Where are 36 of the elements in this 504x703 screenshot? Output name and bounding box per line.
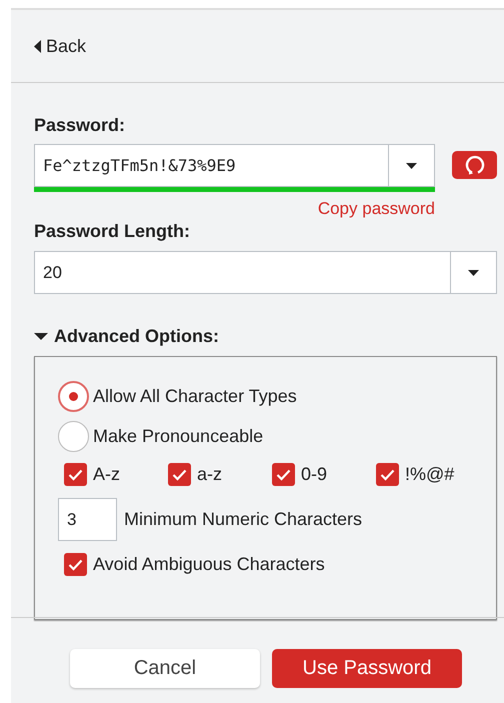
checkbox[interactable]	[272, 463, 295, 486]
checkbox-label: A-z	[93, 464, 120, 485]
advanced-options-toggle[interactable]: Advanced Options:	[34, 326, 497, 347]
radio-button[interactable]	[58, 381, 89, 412]
checkbox-label: 0-9	[301, 464, 328, 485]
password-label: Password:	[34, 115, 126, 136]
radio-button[interactable]	[58, 421, 89, 452]
password-length-label: Password Length:	[34, 221, 192, 242]
radio-label: Allow All Character Types	[93, 386, 297, 407]
checkbox-label: Avoid Ambiguous Characters	[93, 554, 325, 575]
checkmark-icon	[276, 468, 291, 480]
radio-label: Make Pronounceable	[93, 426, 264, 447]
min-numeric-label: Minimum Numeric Characters	[124, 509, 362, 530]
password-field[interactable]: Fe^ztzgTFm5n!&73%9E9	[34, 144, 435, 187]
checkbox[interactable]	[168, 463, 191, 486]
caret-down-icon	[34, 333, 48, 340]
use-password-button[interactable]: Use Password	[272, 649, 462, 688]
caret-down-icon	[406, 162, 417, 168]
checkbox-label: !%@#	[405, 464, 454, 485]
back-button[interactable]: Back	[34, 36, 86, 56]
checkmark-icon	[68, 558, 83, 570]
min-numeric-field[interactable]: 3	[58, 498, 117, 541]
checkmark-icon	[172, 468, 187, 480]
copy-password-link[interactable]: Copy password	[34, 199, 435, 219]
checkbox[interactable]	[64, 553, 87, 576]
checkbox[interactable]	[376, 463, 399, 486]
caret-down-icon	[468, 270, 479, 276]
checkmark-icon	[380, 468, 395, 480]
caret-left-icon	[34, 40, 41, 52]
checkbox[interactable]	[64, 463, 87, 486]
cancel-button[interactable]: Cancel	[70, 649, 260, 688]
checkbox-label: a-z	[197, 464, 222, 485]
refresh-icon	[464, 155, 484, 175]
length-select[interactable]: 20	[34, 251, 497, 294]
regenerate-button[interactable]	[452, 151, 497, 179]
checkmark-icon	[68, 468, 83, 480]
